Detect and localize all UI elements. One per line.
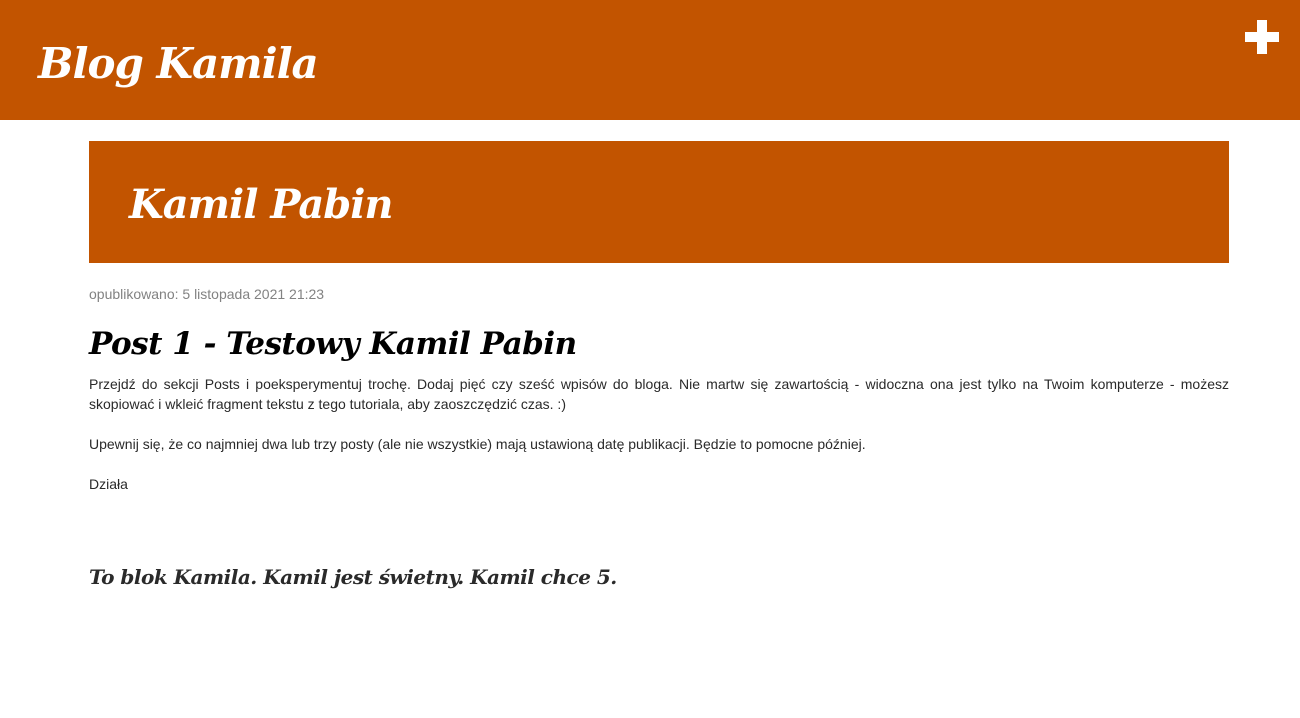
post-body: Przejdź do sekcji Posts i poeksperymentu…: [89, 374, 1229, 514]
banner-title: Kamil Pabin: [129, 181, 393, 228]
site-title-link[interactable]: Blog Kamila: [38, 34, 319, 94]
add-post-button[interactable]: [1245, 20, 1279, 54]
post-paragraph: Działa: [89, 476, 128, 492]
author-banner: Kamil Pabin: [89, 141, 1229, 263]
post-paragraph: Przejdź do sekcji Posts i poeksperymentu…: [89, 376, 1229, 412]
post-title-link[interactable]: Post 1 - Testowy Kamil Pabin: [89, 322, 577, 366]
post-date: opublikowano: 5 listopada 2021 21:23: [89, 286, 325, 302]
page-header: Blog Kamila: [0, 0, 1300, 120]
post-paragraph: Upewnij się, że co najmniej dwa lub trzy…: [89, 436, 866, 452]
footer-note: To blok Kamila. Kamil jest świetny. Kami…: [89, 565, 617, 589]
